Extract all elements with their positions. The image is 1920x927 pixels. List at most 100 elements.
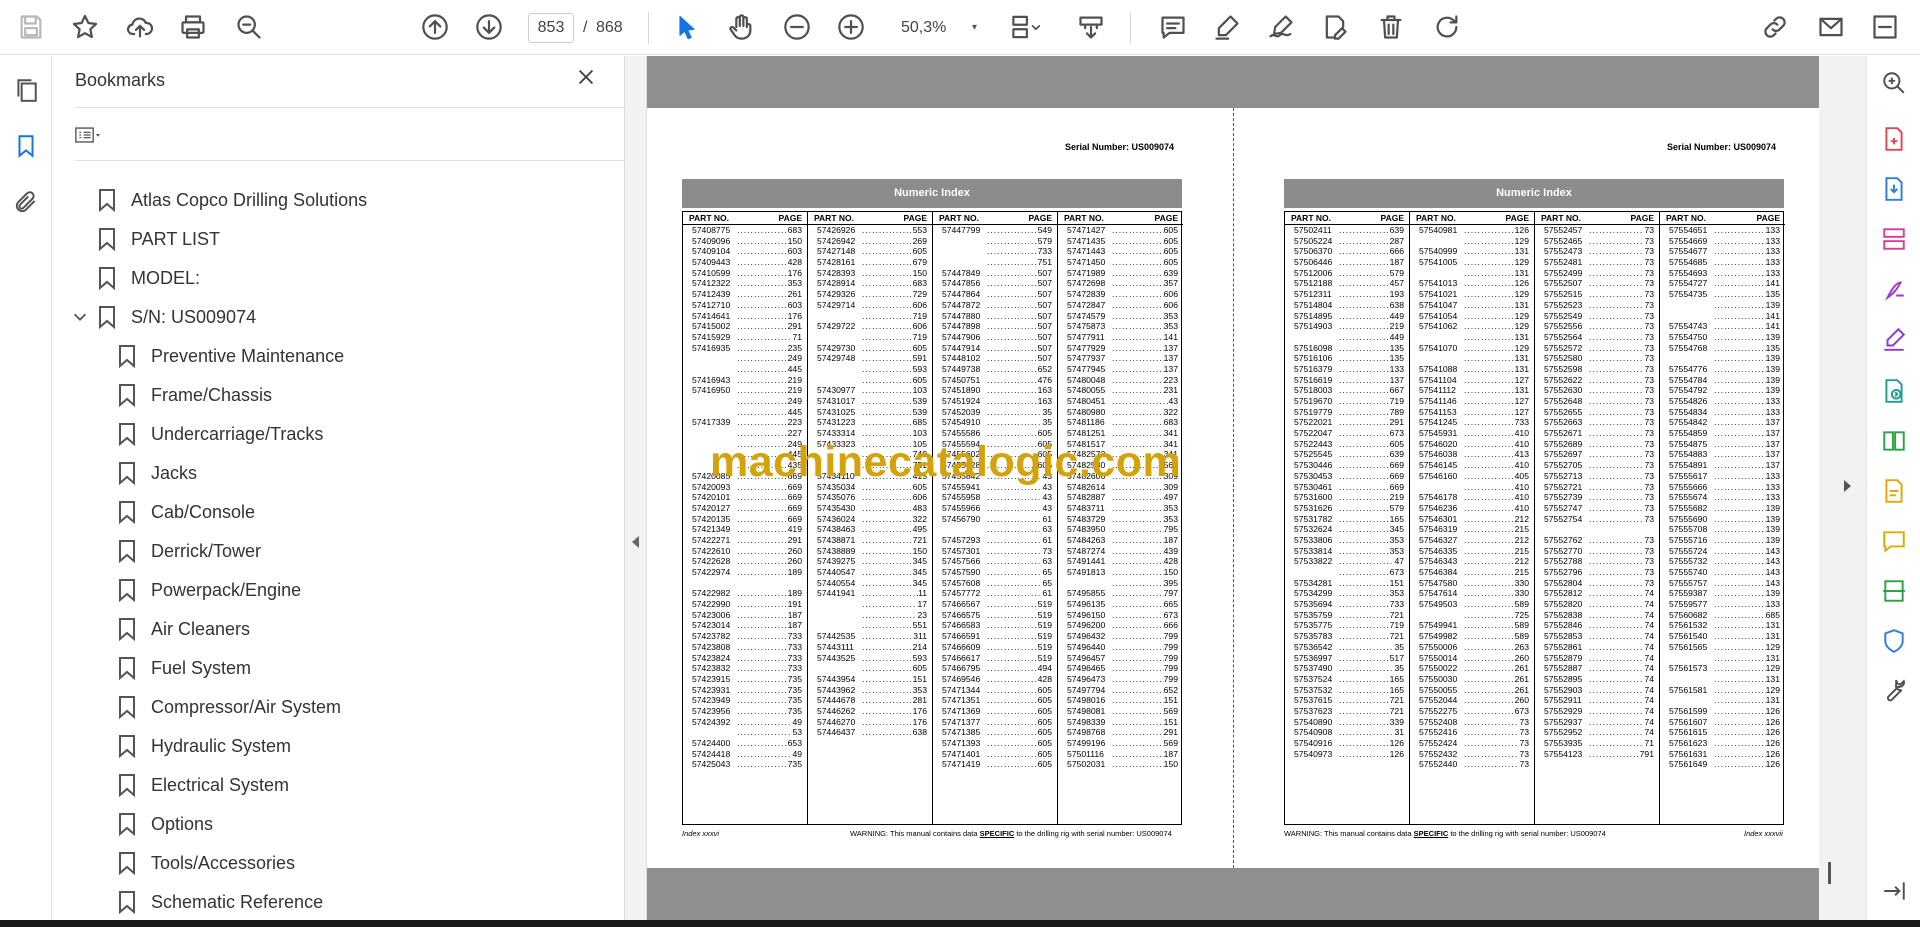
previous-page-icon[interactable] <box>418 9 452 45</box>
bookmark-item[interactable]: Air Cleaners <box>117 611 250 647</box>
compare-files-icon[interactable] <box>1879 426 1909 456</box>
chevron-down-icon[interactable] <box>71 308 91 328</box>
leader-dots: ........................................ <box>1339 513 1390 524</box>
share-link-icon[interactable] <box>1758 9 1792 45</box>
page-reference: 126 <box>1514 225 1529 235</box>
page-fit-icon[interactable] <box>1004 9 1052 45</box>
hand-tool-icon[interactable] <box>724 9 758 45</box>
part-number: 57552879 <box>1544 652 1583 663</box>
index-row: 57552721................................… <box>1535 482 1659 493</box>
bookmarks-icon[interactable] <box>10 130 42 162</box>
index-row: 57471377................................… <box>933 717 1057 728</box>
leader-dots: ........................................ <box>1589 417 1644 428</box>
highlight-pen-icon[interactable] <box>1210 9 1244 45</box>
page-divider <box>1233 108 1234 868</box>
bookmark-item[interactable]: Schematic Reference <box>117 884 323 920</box>
send-for-review-icon[interactable] <box>1879 376 1909 406</box>
panel-splitter[interactable] <box>625 56 647 927</box>
scrolling-mode-icon[interactable] <box>1074 9 1108 45</box>
part-number: 57554669 <box>1669 235 1708 246</box>
page-reference: 605 <box>1163 257 1178 268</box>
bookmark-item[interactable]: Options <box>117 806 213 842</box>
document-scrollbar-thumb[interactable] <box>1828 862 1831 884</box>
bookmark-item[interactable]: Electrical System <box>117 767 289 803</box>
draw-freehand-icon[interactable] <box>1264 9 1298 45</box>
page-reference: 74 <box>1644 684 1654 695</box>
leader-dots: ........................................ <box>1714 385 1766 396</box>
part-number: 57552820 <box>1544 599 1583 610</box>
bookmark-item[interactable]: PART LIST <box>97 221 220 257</box>
star-icon[interactable] <box>68 9 102 45</box>
part-number <box>1294 332 1339 343</box>
create-pdf-icon[interactable] <box>1879 124 1909 154</box>
export-pdf-icon[interactable] <box>1879 174 1909 204</box>
index-row: 57554123................................… <box>1535 749 1659 760</box>
page-thumbnails-icon[interactable] <box>10 74 42 106</box>
bookmark-item[interactable]: Jacks <box>117 455 197 491</box>
more-tools-icon[interactable] <box>1868 9 1902 45</box>
page-reference: 287 <box>1389 235 1404 246</box>
print-icon[interactable] <box>176 9 210 45</box>
leader-dots: ........................................ <box>1112 684 1164 695</box>
bookmark-item[interactable]: Undercarriage/Tracks <box>117 416 323 452</box>
request-signature-icon[interactable] <box>1879 274 1909 304</box>
edit-text-icon[interactable] <box>1318 9 1352 45</box>
comment-tool-icon[interactable] <box>1879 526 1909 556</box>
bookmark-item[interactable]: Derrick/Tower <box>117 533 261 569</box>
page-reference: 73 <box>1644 246 1654 257</box>
select-cursor-icon[interactable] <box>670 9 704 45</box>
bookmark-item[interactable]: Atlas Copco Drilling Solutions <box>97 182 367 218</box>
organize-pages-icon[interactable] <box>1879 224 1909 254</box>
part-number: 57555666 <box>1669 481 1708 492</box>
leader-dots: ........................................ <box>1714 684 1766 695</box>
redo-icon[interactable] <box>1430 9 1464 45</box>
zoom-in-icon[interactable] <box>834 9 868 45</box>
fill-sign-icon[interactable] <box>1879 324 1909 354</box>
page-reference: 143 <box>1765 567 1780 577</box>
collapse-panel-arrow-icon[interactable] <box>632 536 639 548</box>
more-tools-wrench-icon[interactable] <box>1879 676 1909 706</box>
page-number-input[interactable]: 853 <box>528 13 574 43</box>
bookmark-item[interactable]: Preventive Maintenance <box>117 338 344 374</box>
page-reference: 428 <box>1037 673 1052 684</box>
index-row: 57498081................................… <box>1058 706 1183 717</box>
delete-trash-icon[interactable] <box>1374 9 1408 45</box>
bookmark-item[interactable]: Frame/Chassis <box>117 377 272 413</box>
save-icon[interactable] <box>14 9 48 45</box>
bookmark-item[interactable]: MODEL: <box>97 260 200 296</box>
page-reference: 143 <box>1765 545 1780 556</box>
bookmark-label: PART LIST <box>131 228 221 249</box>
part-number: 57552671 <box>1544 428 1583 439</box>
collapse-tools-icon[interactable] <box>1879 876 1909 906</box>
bookmark-options-button[interactable] <box>75 120 123 150</box>
zoom-out-icon[interactable] <box>780 9 814 45</box>
part-number: 57498081 <box>1067 705 1106 716</box>
protect-shield-icon[interactable] <box>1879 626 1909 656</box>
find-zoom-icon[interactable] <box>232 9 266 45</box>
part-number: 57512188 <box>1294 278 1333 289</box>
page-reference: 215 <box>1514 524 1529 535</box>
bookmark-item[interactable]: Powerpack/Engine <box>117 572 301 608</box>
bookmark-item[interactable]: Cab/Console <box>117 494 255 530</box>
footer-warning-text: WARNING: This manual contains data <box>1284 829 1414 838</box>
comment-icon[interactable] <box>1156 9 1190 45</box>
email-icon[interactable] <box>1814 9 1848 45</box>
index-row: 57552739................................… <box>1535 492 1659 503</box>
bookmark-item[interactable]: S/N: US009074 <box>73 299 256 335</box>
bookmark-item[interactable]: Hydraulic System <box>117 728 291 764</box>
upload-cloud-icon[interactable] <box>123 9 157 45</box>
leader-dots: ........................................ <box>1112 492 1164 503</box>
zoom-search-icon[interactable] <box>1879 68 1909 98</box>
attachments-paperclip-icon[interactable] <box>10 186 42 218</box>
edit-pdf-icon[interactable] <box>1879 476 1909 506</box>
scan-ocr-icon[interactable] <box>1879 576 1909 606</box>
expand-right-panel-arrow-icon[interactable] <box>1844 480 1851 492</box>
index-row: 57546236................................… <box>1410 503 1534 514</box>
bookmark-item[interactable]: Compressor/Air System <box>117 689 341 725</box>
zoom-level-select[interactable]: 50,3% ▾ <box>891 13 983 43</box>
next-page-icon[interactable] <box>472 9 506 45</box>
bookmark-item[interactable]: Tools/Accessories <box>117 845 295 881</box>
bookmark-item[interactable]: Fuel System <box>117 650 251 686</box>
close-icon[interactable] <box>575 66 601 92</box>
part-number: 57554750 <box>1669 331 1708 342</box>
